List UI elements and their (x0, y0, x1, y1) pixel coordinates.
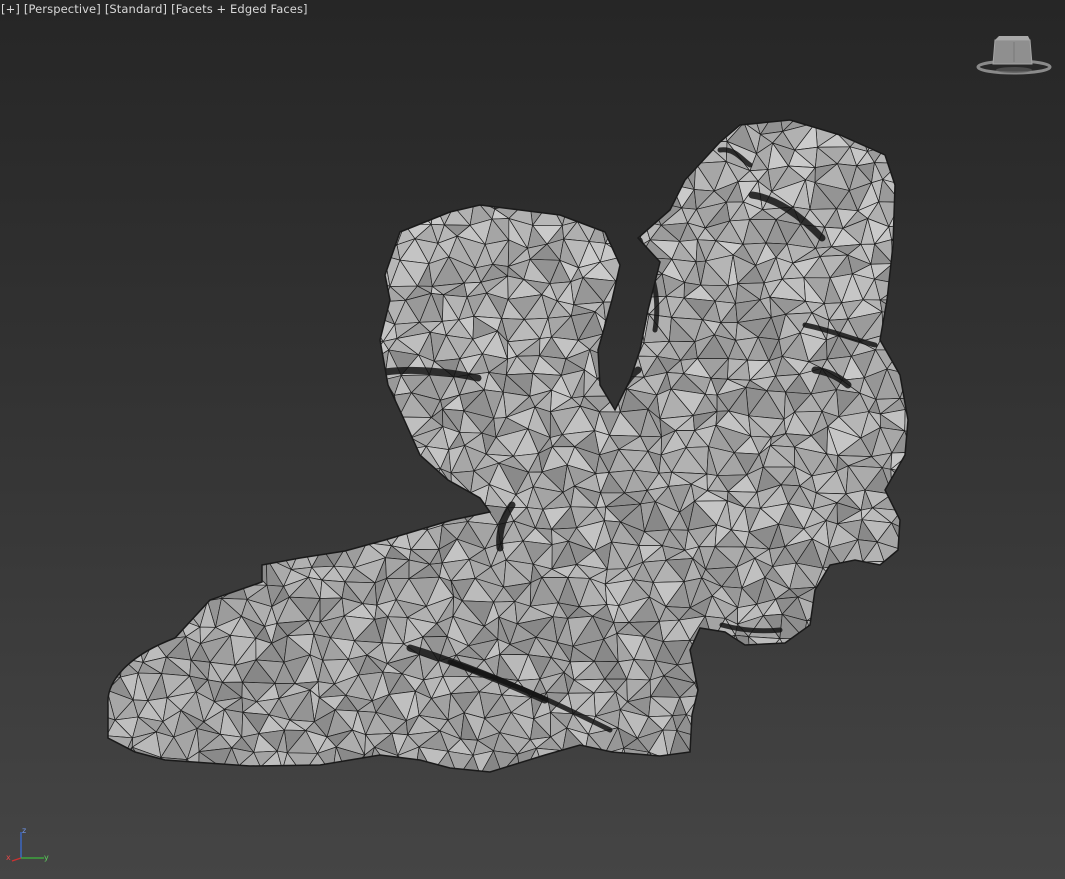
x-axis-line (11, 857, 22, 862)
perspective-viewport[interactable]: [+] [Perspective] [Standard] [Facets + E… (0, 0, 1065, 879)
x-axis-label: x (6, 853, 11, 862)
rock-mesh[interactable] (0, 0, 1065, 879)
y-axis-label: y (44, 853, 49, 862)
axis-tripod-icon: z y x (6, 826, 49, 862)
z-axis-label: z (22, 826, 26, 835)
